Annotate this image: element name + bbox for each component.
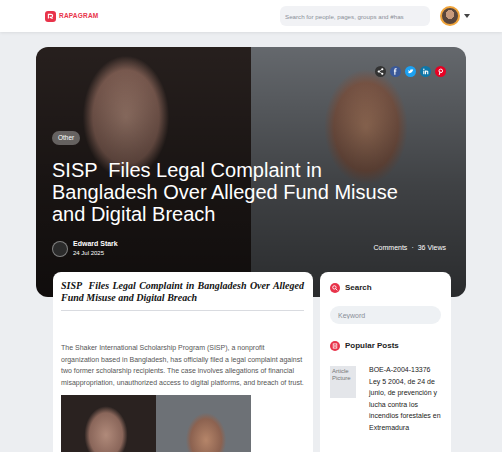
thumbnail-alt-text: Article Picture: [332, 368, 351, 381]
search-heading: Search: [345, 282, 372, 294]
pinterest-icon[interactable]: [435, 66, 446, 77]
share-icon[interactable]: [375, 66, 386, 77]
twitter-icon[interactable]: [405, 66, 416, 77]
logo[interactable]: RAPAGRAM: [45, 11, 98, 22]
facebook-icon[interactable]: [390, 66, 401, 77]
hero-meta: Edward Stark 24 Jul 2025 Comments · 36 V…: [52, 239, 446, 258]
user-avatar[interactable]: [440, 6, 460, 26]
title-divider: [61, 310, 304, 311]
hero-title: SISP Files Legal Complaint in Bangladesh…: [52, 159, 412, 225]
hero-banner: Other SISP Files Legal Complaint in Bang…: [36, 47, 466, 297]
popular-heading: Popular Posts: [345, 340, 399, 352]
stats-separator: ·: [411, 243, 413, 254]
linkedin-icon[interactable]: [420, 66, 431, 77]
views-count: 36 Views: [418, 243, 446, 254]
post-thumbnail[interactable]: Article Picture: [330, 366, 356, 398]
document-icon: [330, 341, 340, 351]
article-paragraph: The Shaker International Scholarship Pro…: [61, 342, 304, 389]
category-badge[interactable]: Other: [52, 131, 80, 145]
content-row: SISP Files Legal Complaint in Bangladesh…: [0, 272, 502, 452]
article-card: SISP Files Legal Complaint in Bangladesh…: [53, 272, 313, 452]
post-stats: Comments · 36 Views: [374, 243, 446, 254]
top-header: RAPAGRAM: [0, 0, 502, 32]
logo-text[interactable]: RAPAGRAM: [59, 11, 98, 21]
keyword-field[interactable]: [330, 306, 441, 324]
article-photo: [61, 395, 251, 452]
logo-icon[interactable]: [45, 11, 56, 22]
article-title: SISP Files Legal Complaint in Bangladesh…: [61, 280, 304, 304]
search-icon: [330, 283, 340, 293]
popular-list: Article Picture BOE-A-2004-13376 Ley 5 20…: [330, 364, 441, 433]
share-bar: [52, 66, 446, 77]
post-date: 24 Jul 2025: [73, 249, 118, 258]
author-avatar[interactable]: [52, 241, 68, 257]
header-search[interactable]: [280, 6, 430, 26]
popular-post[interactable]: Article Picture BOE-A-2004-13376 Ley 5 20…: [330, 364, 441, 433]
comments-link[interactable]: Comments: [374, 243, 408, 254]
post-title[interactable]: BOE-A-2004-13376 Ley 5 2004, de 24 de ju…: [369, 364, 441, 433]
caret-icon[interactable]: [464, 14, 470, 18]
sidebar-card: Search Popular Posts Article Picture BOE-…: [320, 272, 451, 452]
author-name[interactable]: Edward Stark: [73, 239, 118, 249]
